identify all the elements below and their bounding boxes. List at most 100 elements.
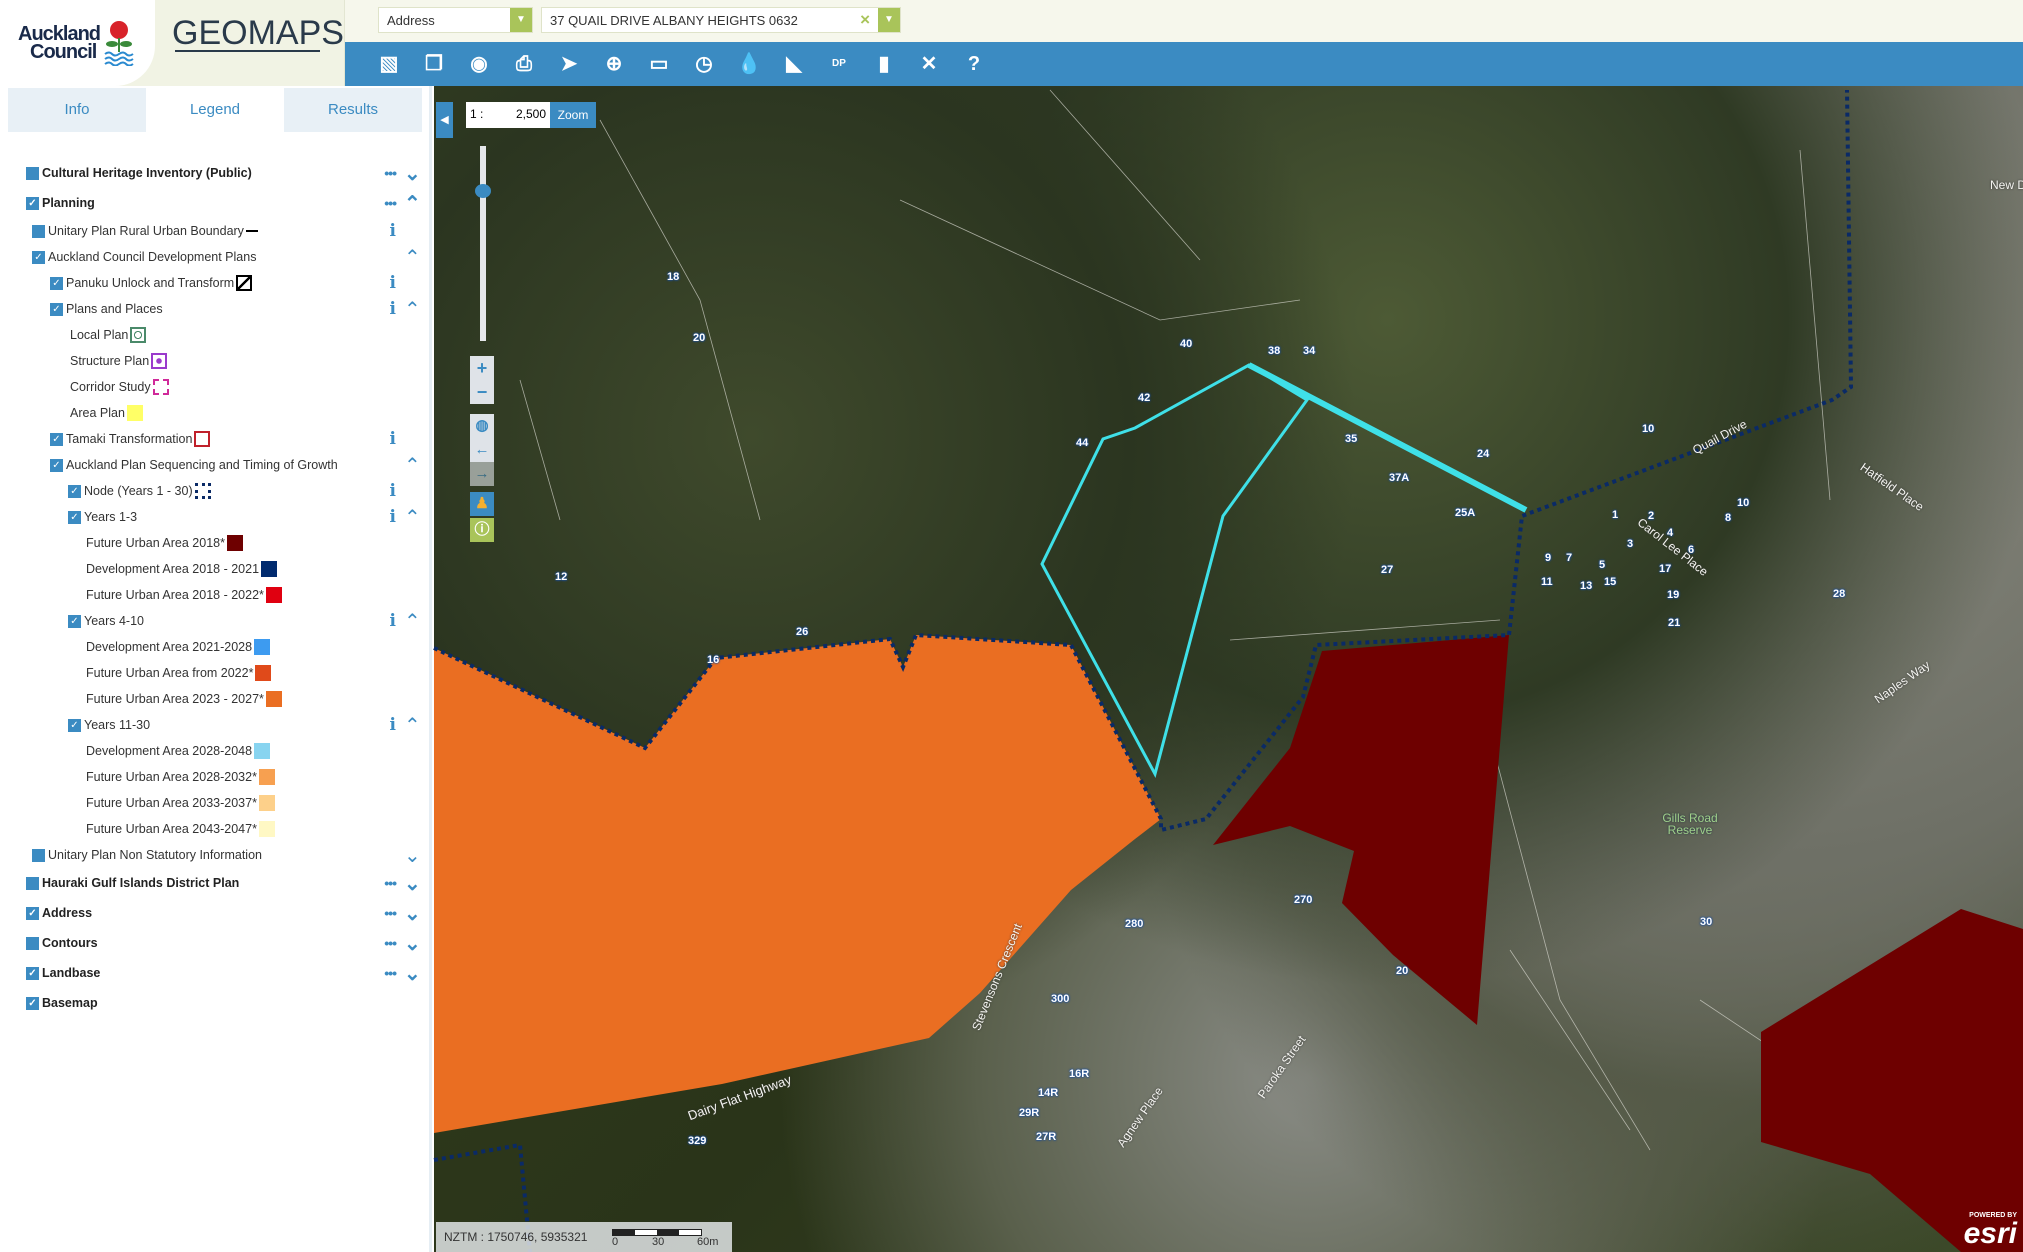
auckland-council-logo[interactable]: Auckland Council bbox=[0, 0, 155, 86]
locate-icon[interactable]: ⊕ bbox=[600, 50, 628, 78]
zoom-out-icon[interactable]: − bbox=[470, 380, 494, 404]
info-icon[interactable]: i bbox=[390, 507, 396, 527]
chevron-up-icon[interactable]: ⌃ bbox=[404, 453, 421, 478]
search-type-select[interactable]: Address ▼ bbox=[378, 7, 533, 33]
legend-item[interactable]: ✓ Years 1-3 i ⌃ bbox=[0, 504, 432, 530]
chevron-up-icon[interactable]: ⌃ bbox=[404, 297, 421, 322]
zoom-slider[interactable] bbox=[480, 146, 486, 341]
legend-item[interactable]: ✓ Plans and Places i ⌃ bbox=[0, 296, 432, 322]
legend-item[interactable]: Cultural Heritage Inventory (Public) ••• ⌄ bbox=[0, 158, 432, 188]
checkbox-checked[interactable]: ✓ bbox=[26, 996, 39, 1010]
district-plan-icon[interactable]: DP bbox=[825, 50, 853, 78]
chevron-up-icon[interactable]: ⌃ bbox=[404, 505, 421, 530]
chevron-down-icon[interactable]: ⌄ bbox=[404, 961, 421, 986]
legend-item[interactable]: ✓ Auckland Plan Sequencing and Timing of … bbox=[0, 452, 432, 478]
info-icon[interactable]: i bbox=[390, 273, 396, 293]
legend-item[interactable]: Future Urban Area 2033-2037* bbox=[0, 790, 432, 816]
checkbox-unchecked[interactable] bbox=[26, 166, 39, 180]
chevron-up-icon[interactable]: ⌃ bbox=[404, 245, 421, 270]
info-icon[interactable]: i bbox=[390, 481, 396, 501]
tab-info[interactable]: Info bbox=[8, 88, 146, 132]
info-icon[interactable]: ⓘ bbox=[470, 518, 494, 542]
scale-input[interactable]: 1 : 2,500 bbox=[466, 102, 550, 128]
bookmark-icon[interactable]: ▮ bbox=[870, 50, 898, 78]
legend-item[interactable]: ✓ Node (Years 1 - 30) i bbox=[0, 478, 432, 504]
checkbox-unchecked[interactable] bbox=[32, 848, 45, 862]
more-options-icon[interactable]: ••• bbox=[384, 195, 397, 211]
chevron-up-icon[interactable]: ⌃ bbox=[404, 713, 421, 738]
checkbox-checked[interactable]: ✓ bbox=[68, 484, 81, 498]
back-arrow-icon[interactable]: ← bbox=[470, 438, 494, 462]
legend-item[interactable]: ✓ Years 4-10 i ⌃ bbox=[0, 608, 432, 634]
globe-icon[interactable]: ◍ bbox=[470, 414, 494, 438]
legend-item[interactable]: ✓ Panuku Unlock and Transform i bbox=[0, 270, 432, 296]
chevron-down-icon[interactable]: ⌄ bbox=[404, 871, 421, 896]
legend-item[interactable]: Future Urban Area 2023 - 2027* bbox=[0, 686, 432, 712]
legend-item[interactable]: Future Urban Area 2028-2032* bbox=[0, 764, 432, 790]
checkbox-checked[interactable]: ✓ bbox=[26, 196, 39, 210]
legend-item[interactable]: ✓ Tamaki Transformation i bbox=[0, 426, 432, 452]
tab-legend[interactable]: Legend bbox=[146, 88, 284, 132]
legend-item[interactable]: ✓ Auckland Council Development Plans ⌃ bbox=[0, 244, 432, 270]
legend-item[interactable]: Hauraki Gulf Islands District Plan ••• ⌄ bbox=[0, 868, 432, 898]
checkbox-checked[interactable]: ✓ bbox=[26, 906, 39, 920]
info-icon[interactable]: i bbox=[390, 611, 396, 631]
checkbox-checked[interactable]: ✓ bbox=[50, 432, 63, 446]
print-icon[interactable]: ⎙ bbox=[510, 50, 538, 78]
legend-item[interactable]: Structure Plan bbox=[0, 348, 432, 374]
legend-item[interactable]: Area Plan bbox=[0, 400, 432, 426]
legend-item[interactable]: Future Urban Area 2043-2047* bbox=[0, 816, 432, 842]
map-canvas[interactable] bbox=[434, 86, 2023, 1252]
chevron-down-icon[interactable]: ▼ bbox=[510, 8, 532, 32]
search-input[interactable]: 37 QUAIL DRIVE ALBANY HEIGHTS 0632 × ▼ bbox=[541, 7, 901, 33]
help-icon[interactable]: ? bbox=[960, 50, 988, 78]
measure-icon[interactable]: ▭ bbox=[645, 50, 673, 78]
more-options-icon[interactable]: ••• bbox=[384, 905, 397, 921]
more-options-icon[interactable]: ••• bbox=[384, 935, 397, 951]
collapse-panel-button[interactable]: ◀ bbox=[436, 102, 453, 138]
chevron-down-icon[interactable]: ⌄ bbox=[404, 931, 421, 956]
info-icon[interactable]: i bbox=[390, 221, 396, 241]
info-icon[interactable]: i bbox=[390, 715, 396, 735]
checkbox-checked[interactable]: ✓ bbox=[50, 302, 63, 316]
select-icon[interactable]: ➤ bbox=[555, 50, 583, 78]
checkbox-checked[interactable]: ✓ bbox=[50, 458, 63, 472]
tab-results[interactable]: Results bbox=[284, 88, 422, 132]
checkbox-checked[interactable]: ✓ bbox=[26, 966, 39, 980]
checkbox-unchecked[interactable] bbox=[26, 936, 39, 950]
checkbox-unchecked[interactable] bbox=[32, 224, 45, 238]
legend-item[interactable]: Contours ••• ⌄ bbox=[0, 928, 432, 958]
forward-arrow-icon[interactable]: → bbox=[470, 462, 494, 486]
info-icon[interactable]: i bbox=[390, 429, 396, 449]
chevron-down-icon[interactable]: ▼ bbox=[878, 8, 900, 32]
info-icon[interactable]: i bbox=[390, 299, 396, 319]
legend-item[interactable]: Future Urban Area from 2022* bbox=[0, 660, 432, 686]
chevron-up-icon[interactable]: ⌃ bbox=[404, 191, 421, 216]
legend-item[interactable]: Development Area 2018 - 2021 bbox=[0, 556, 432, 582]
tools-icon[interactable]: ✕ bbox=[915, 50, 943, 78]
chevron-down-icon[interactable]: ⌄ bbox=[404, 161, 421, 186]
checkbox-checked[interactable]: ✓ bbox=[50, 276, 63, 290]
water-icon[interactable]: 💧 bbox=[735, 50, 763, 78]
history-icon[interactable]: ◷ bbox=[690, 50, 718, 78]
legend-item[interactable]: ✓ Address ••• ⌄ bbox=[0, 898, 432, 928]
legend-item[interactable]: Unitary Plan Non Statutory Information ⌄ bbox=[0, 842, 432, 868]
legend-item[interactable]: ✓ Years 11-30 i ⌃ bbox=[0, 712, 432, 738]
layers-icon[interactable]: ❐ bbox=[420, 50, 448, 78]
more-options-icon[interactable]: ••• bbox=[384, 165, 397, 181]
legend-item[interactable]: Unitary Plan Rural Urban Boundary i bbox=[0, 218, 432, 244]
checkbox-checked[interactable]: ✓ bbox=[68, 614, 81, 628]
zoom-in-icon[interactable]: + bbox=[470, 356, 494, 380]
cctv-icon[interactable]: ◣ bbox=[780, 50, 808, 78]
chevron-up-icon[interactable]: ⌃ bbox=[404, 609, 421, 634]
legend-item[interactable]: Local Plan bbox=[0, 322, 432, 348]
more-options-icon[interactable]: ••• bbox=[384, 965, 397, 981]
legend-item[interactable]: Corridor Study bbox=[0, 374, 432, 400]
street-view-icon[interactable]: ♟ bbox=[470, 492, 494, 516]
chevron-down-icon[interactable]: ⌄ bbox=[404, 901, 421, 926]
checkbox-checked[interactable]: ✓ bbox=[32, 250, 45, 264]
map-gallery-icon[interactable]: ▧ bbox=[375, 50, 403, 78]
checkbox-checked[interactable]: ✓ bbox=[68, 510, 81, 524]
legend-item[interactable]: ✓ Planning ••• ⌃ bbox=[0, 188, 432, 218]
visibility-icon[interactable]: ◉ bbox=[465, 50, 493, 78]
